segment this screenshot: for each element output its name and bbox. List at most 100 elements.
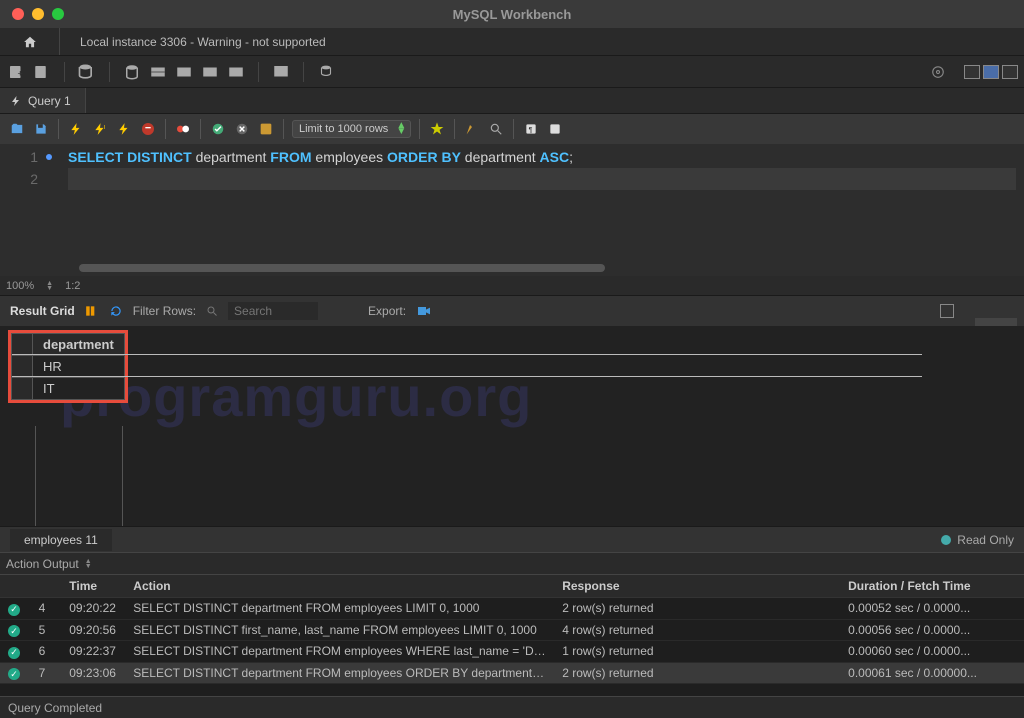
action-output-dropdown[interactable]: Action Output ▲▼: [6, 557, 92, 571]
schema-icon-5[interactable]: [226, 62, 246, 82]
editor-code[interactable]: SELECT DISTINCT department FROM employee…: [60, 144, 1024, 276]
beautify-icon[interactable]: [463, 120, 481, 138]
connection-tabs: Local instance 3306 - Warning - not supp…: [0, 28, 1024, 56]
action-row[interactable]: ✓ 6 09:22:37 SELECT DISTINCT department …: [0, 641, 1024, 663]
editor-gutter: 1 2: [0, 144, 60, 276]
window-controls: [0, 8, 64, 20]
bolt-icon: [10, 95, 22, 107]
row-time: 09:20:22: [61, 598, 125, 620]
readonly-label: Read Only: [957, 533, 1014, 547]
row-limit-select[interactable]: Limit to 1000 rows ▲▼: [292, 120, 411, 138]
table-row[interactable]: HR: [12, 356, 125, 378]
result-highlight-box: department HR IT: [8, 330, 128, 403]
row-time: 09:20:56: [61, 619, 125, 641]
result-toolbar: Result Grid Filter Rows: Export:: [0, 296, 1024, 326]
row-index: 4: [31, 598, 62, 620]
zoom-level: 100%: [6, 280, 34, 292]
execute-all-icon[interactable]: [67, 120, 85, 138]
filter-search-input[interactable]: [228, 302, 318, 320]
find-icon[interactable]: [487, 120, 505, 138]
row-duration: 0.00060 sec / 0.0000...: [840, 641, 1024, 663]
result-table[interactable]: department HR IT: [11, 333, 125, 400]
readonly-dot-icon: [941, 535, 951, 545]
column-header-time[interactable]: Time: [61, 575, 125, 598]
status-message: Query Completed: [8, 701, 102, 715]
toolbar-separator: [109, 62, 110, 82]
result-grid-area: programguru.org department HR IT: [0, 326, 1024, 526]
identifier: employees: [315, 149, 383, 165]
status-ok-icon: ✓: [8, 668, 20, 680]
open-file-icon[interactable]: [8, 120, 26, 138]
schema-icon-3[interactable]: [174, 62, 194, 82]
query-tab[interactable]: Query 1: [0, 88, 86, 113]
svg-text:I: I: [104, 125, 106, 131]
panel-toggle-right[interactable]: [1002, 65, 1018, 79]
line-marker-icon: [46, 154, 52, 160]
schema-icon-1[interactable]: [122, 62, 142, 82]
toolbar-separator: [303, 62, 304, 82]
dropdown-stepper-icon: ▲▼: [85, 559, 92, 569]
cell-value[interactable]: IT: [33, 378, 125, 400]
snippet-icon-1[interactable]: ¶: [522, 120, 540, 138]
maximize-window-button[interactable]: [52, 8, 64, 20]
autocommit-icon[interactable]: [257, 120, 275, 138]
maximize-result-icon[interactable]: [940, 304, 954, 318]
gear-icon[interactable]: [928, 62, 948, 82]
schema-icon-4[interactable]: [200, 62, 220, 82]
action-output-table: Time Action Response Duration / Fetch Ti…: [0, 574, 1024, 684]
migrate-icon[interactable]: [316, 62, 336, 82]
stop-icon[interactable]: [139, 120, 157, 138]
rollback-icon[interactable]: [233, 120, 251, 138]
action-row[interactable]: ✓ 5 09:20:56 SELECT DISTINCT first_name,…: [0, 619, 1024, 641]
keyword-asc: ASC: [540, 149, 570, 165]
close-window-button[interactable]: [12, 8, 24, 20]
keyword-from: FROM: [270, 149, 311, 165]
row-duration: 0.00061 sec / 0.00000...: [840, 662, 1024, 684]
column-header-response[interactable]: Response: [554, 575, 840, 598]
status-ok-icon: ✓: [8, 647, 20, 659]
panel-toggle-bottom[interactable]: [983, 65, 999, 79]
panel-toggle-left[interactable]: [964, 65, 980, 79]
keyword-by: BY: [441, 149, 460, 165]
explain-icon[interactable]: [115, 120, 133, 138]
db-add-icon[interactable]: [77, 62, 97, 82]
keyword-select: SELECT: [68, 149, 123, 165]
sql-editor[interactable]: 1 2 SELECT DISTINCT department FROM empl…: [0, 144, 1024, 276]
action-row[interactable]: ✓ 4 09:20:22 SELECT DISTINCT department …: [0, 598, 1024, 620]
toolbar-separator: [258, 62, 259, 82]
line-number: 2: [30, 168, 38, 190]
refresh-icon[interactable]: [109, 304, 123, 318]
action-row[interactable]: ✓ 7 09:23:06 SELECT DISTINCT department …: [0, 662, 1024, 684]
home-tab[interactable]: [0, 28, 60, 55]
commit-icon[interactable]: [209, 120, 227, 138]
row-time: 09:22:37: [61, 641, 125, 663]
grid-toggle-icon[interactable]: [85, 304, 99, 318]
save-icon[interactable]: [32, 120, 50, 138]
column-header-duration[interactable]: Duration / Fetch Time: [840, 575, 1024, 598]
column-header[interactable]: department: [33, 334, 125, 356]
query-tabs-bar: Query 1: [0, 88, 1024, 114]
result-tab[interactable]: employees 11: [10, 529, 112, 551]
star-icon[interactable]: [428, 120, 446, 138]
new-query-icon[interactable]: [32, 62, 52, 82]
export-icon[interactable]: [416, 303, 432, 319]
schema-icon-2[interactable]: [148, 62, 168, 82]
zoom-stepper[interactable]: ▲▼: [46, 281, 53, 291]
table-row[interactable]: IT: [12, 378, 125, 400]
minimize-window-button[interactable]: [32, 8, 44, 20]
snippet-icon-2[interactable]: [546, 120, 564, 138]
new-sql-tab-icon[interactable]: +: [6, 62, 26, 82]
row-action: SELECT DISTINCT first_name, last_name FR…: [125, 619, 554, 641]
row-action: SELECT DISTINCT department FROM employee…: [125, 641, 554, 663]
toggle-icon[interactable]: [174, 120, 192, 138]
editor-scrollbar-horizontal[interactable]: [60, 264, 1016, 272]
row-response: 1 row(s) returned: [554, 641, 840, 663]
sql-icon[interactable]: [271, 62, 291, 82]
column-header-action[interactable]: Action: [125, 575, 554, 598]
cell-value[interactable]: HR: [33, 356, 125, 378]
status-ok-icon: ✓: [8, 625, 20, 637]
connection-tab[interactable]: Local instance 3306 - Warning - not supp…: [60, 28, 346, 55]
row-duration: 0.00056 sec / 0.0000...: [840, 619, 1024, 641]
execute-current-icon[interactable]: I: [91, 120, 109, 138]
cursor-position: 1:2: [65, 280, 80, 292]
